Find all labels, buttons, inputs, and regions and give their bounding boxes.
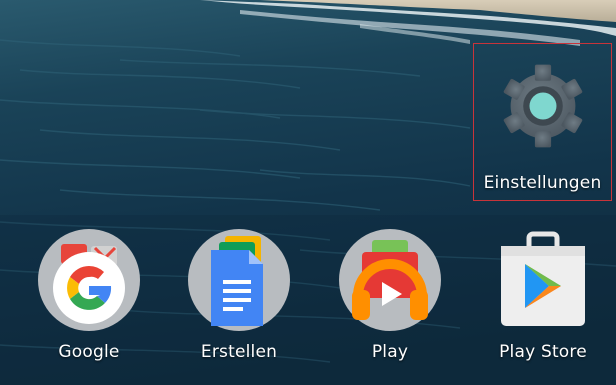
app-icon-play-store[interactable]: Play Store — [484, 228, 602, 362]
play-music-folder-icon — [339, 229, 441, 331]
app-folder-erstellen[interactable]: Erstellen — [186, 228, 292, 362]
app-label-erstellen: Erstellen — [200, 342, 278, 362]
home-screen: Einstellungen Google Erstellen Play Play… — [0, 0, 616, 385]
app-folder-play[interactable]: Play — [337, 228, 443, 362]
app-folder-google[interactable]: Google — [36, 228, 142, 362]
settings-gear-icon — [503, 64, 582, 148]
app-label-play-store: Play Store — [499, 342, 587, 362]
google-folder-icon — [38, 229, 140, 331]
app-icon-einstellungen[interactable]: Einstellungen — [473, 43, 612, 201]
app-label-google: Google — [58, 342, 120, 362]
play-store-icon — [501, 231, 585, 326]
docs-folder-icon — [188, 229, 290, 331]
app-label-einstellungen: Einstellungen — [483, 173, 602, 193]
app-label-play: Play — [371, 342, 409, 362]
